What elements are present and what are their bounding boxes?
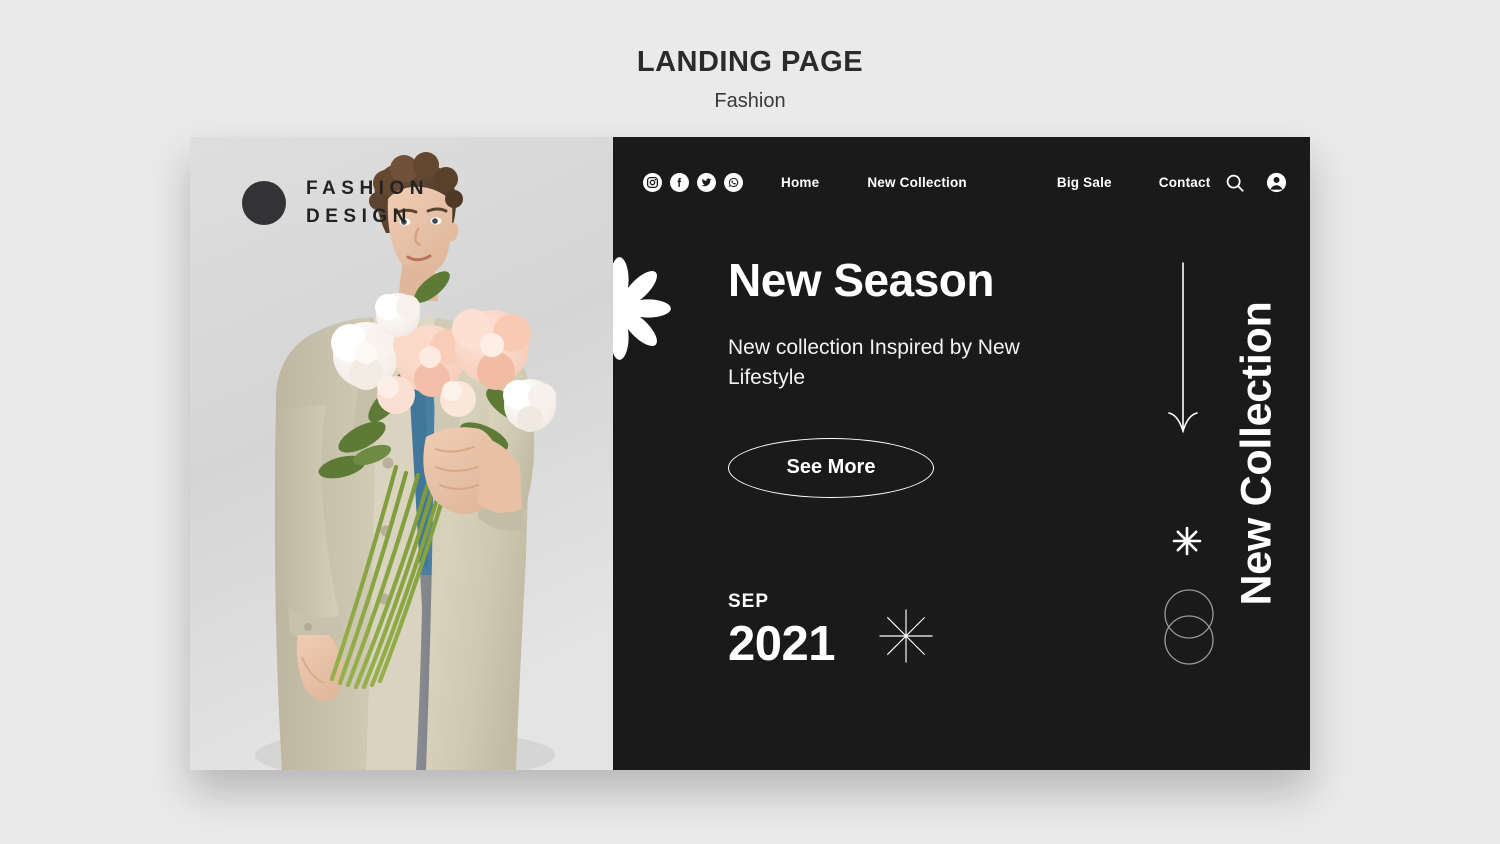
vertical-collection-title: New Collection bbox=[1212, 137, 1302, 770]
date-year: 2021 bbox=[728, 617, 836, 671]
asterisk-icon bbox=[1172, 526, 1202, 556]
date-month: SEP bbox=[728, 591, 770, 612]
social-links bbox=[643, 173, 743, 192]
brand-logo[interactable]: FASHION DESIGN bbox=[242, 175, 429, 230]
down-arrow-icon bbox=[1168, 262, 1198, 434]
nav-item-new-collection[interactable]: New Collection bbox=[867, 175, 967, 190]
hero-subtitle: New collection Inspired by New Lifestyle bbox=[728, 336, 1020, 390]
model-photo bbox=[190, 137, 613, 770]
facebook-icon[interactable] bbox=[670, 173, 689, 192]
see-more-button[interactable]: See More bbox=[728, 437, 934, 498]
daisy-flower-icon bbox=[613, 257, 671, 360]
nav-item-big-sale[interactable]: Big Sale bbox=[1057, 175, 1112, 190]
landing-page-card: FASHION DESIGN Home New Collection Big S… bbox=[190, 137, 1310, 770]
vertical-collection-label: New Collection bbox=[1232, 301, 1281, 606]
instagram-icon[interactable] bbox=[643, 173, 662, 192]
page-subtitle: Fashion bbox=[714, 90, 786, 112]
page-title: LANDING PAGE bbox=[636, 46, 864, 78]
hero-photo-panel: FASHION DESIGN bbox=[190, 137, 613, 770]
hero-content-panel: Home New Collection Big Sale Contact New bbox=[613, 137, 1310, 770]
logo-line-2: DESIGN bbox=[306, 205, 412, 227]
see-more-label: See More bbox=[786, 456, 876, 479]
nav-item-home[interactable]: Home bbox=[781, 175, 819, 190]
logo-text: FASHION DESIGN bbox=[306, 175, 429, 230]
eight-point-star-icon bbox=[879, 609, 933, 663]
nav-links: Home New Collection Big Sale Contact bbox=[781, 175, 1210, 190]
hero-block: New Season New collection Inspired by Ne… bbox=[728, 257, 1128, 498]
mockup-header: LANDING PAGE Fashion bbox=[0, 0, 1500, 112]
hero-title: New Season bbox=[728, 254, 995, 306]
season-date-block: SEP 2021 bbox=[728, 592, 935, 669]
twitter-icon[interactable] bbox=[697, 173, 716, 192]
logo-circle-mark bbox=[242, 180, 286, 225]
whatsapp-icon[interactable] bbox=[724, 173, 743, 192]
logo-line-1: FASHION bbox=[306, 178, 429, 199]
